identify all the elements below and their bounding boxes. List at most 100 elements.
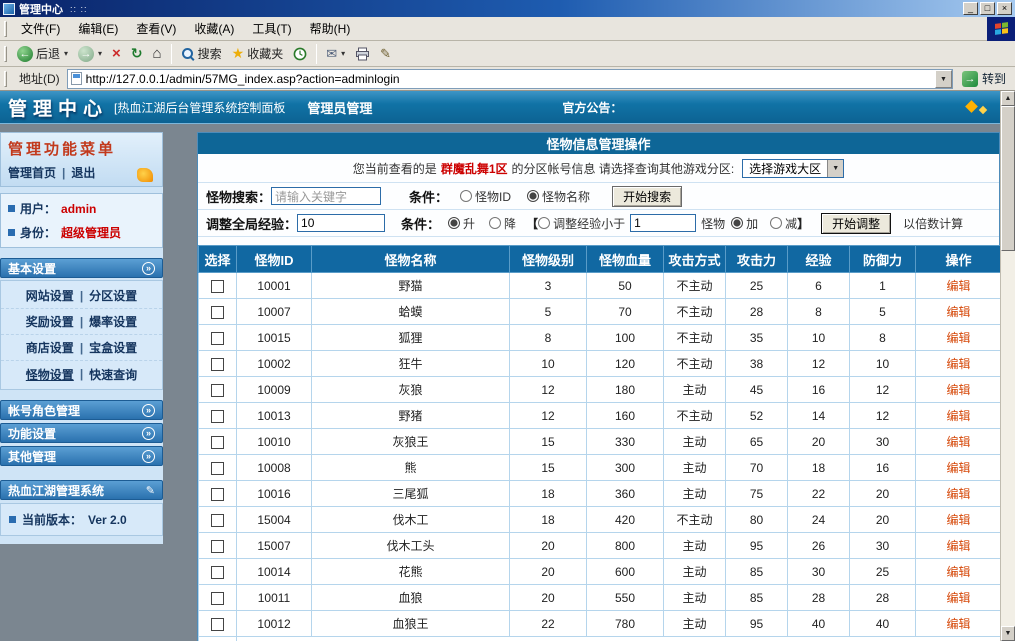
section-basic-settings[interactable]: 基本设置 » — [0, 258, 163, 278]
radio-monster-id[interactable]: 怪物ID — [460, 188, 511, 205]
print-icon — [355, 47, 370, 61]
edit-link[interactable]: 编辑 — [946, 513, 970, 527]
edit-link[interactable]: 编辑 — [946, 487, 970, 501]
edit-link[interactable]: 编辑 — [946, 305, 970, 319]
radio-exp-sub[interactable]: 减 — [770, 215, 797, 232]
row-select-checkbox[interactable] — [211, 592, 224, 605]
sidebar-link-zone-settings[interactable]: 分区设置 — [89, 287, 137, 304]
close-button[interactable]: × — [997, 2, 1012, 15]
exp-multiplier-input[interactable] — [297, 214, 385, 232]
exp-add-radio[interactable] — [731, 217, 743, 229]
row-select-checkbox[interactable] — [211, 488, 224, 501]
sidebar-link-site-settings[interactable]: 网站设置 — [26, 287, 74, 304]
row-select-checkbox[interactable] — [211, 540, 224, 553]
stop-button[interactable]: × — [107, 45, 126, 63]
admin-manage-link[interactable]: 管理员管理 — [307, 98, 372, 117]
address-input[interactable] — [86, 72, 935, 86]
edit-link[interactable]: 编辑 — [946, 591, 970, 605]
edit-link[interactable]: 编辑 — [946, 565, 970, 579]
edit-link[interactable]: 编辑 — [946, 383, 970, 397]
select-dropdown-arrow[interactable]: ▼ — [827, 160, 843, 177]
exp-down-radio[interactable] — [489, 217, 501, 229]
refresh-button[interactable]: ↻ — [126, 43, 148, 64]
row-select-checkbox[interactable] — [211, 306, 224, 319]
row-select-checkbox[interactable] — [211, 410, 224, 423]
row-select-checkbox[interactable] — [211, 358, 224, 371]
menu-edit[interactable]: 编辑(E) — [69, 17, 127, 40]
start-adjust-button[interactable]: 开始调整 — [821, 213, 891, 234]
scrollbar-thumb[interactable] — [1001, 106, 1015, 251]
row-select-checkbox[interactable] — [211, 514, 224, 527]
zone-select[interactable]: 选择游戏大区 ▼ — [742, 159, 844, 178]
exp-up-radio[interactable] — [448, 217, 460, 229]
exp-threshold-input[interactable] — [630, 214, 696, 232]
logout-link[interactable]: 退出 — [71, 164, 95, 181]
monster-id-radio[interactable] — [460, 190, 472, 202]
row-select-checkbox[interactable] — [211, 332, 224, 345]
radio-exp-less-than[interactable]: 调整经验小于 — [538, 215, 625, 232]
mail-dropdown-caret[interactable]: ▾ — [341, 49, 345, 58]
go-button[interactable]: → 转到 — [957, 70, 1011, 87]
edit-page-button[interactable]: ✎ — [375, 44, 396, 64]
forward-dropdown-caret[interactable]: ▾ — [98, 49, 102, 58]
row-select-checkbox[interactable] — [211, 618, 224, 631]
edit-link[interactable]: 编辑 — [946, 357, 970, 371]
toolbar-grip[interactable] — [4, 46, 7, 62]
menu-favorites[interactable]: 收藏(A) — [185, 17, 243, 40]
menu-view[interactable]: 查看(V) — [127, 17, 185, 40]
edit-link[interactable]: 编辑 — [946, 617, 970, 631]
vertical-scrollbar[interactable]: ▲ ▼ — [1000, 91, 1015, 641]
back-button[interactable]: ← 后退 ▾ — [12, 43, 73, 64]
row-select-checkbox[interactable] — [211, 436, 224, 449]
history-button[interactable] — [288, 45, 312, 63]
addressbar-grip[interactable] — [4, 71, 7, 87]
edit-link[interactable]: 编辑 — [946, 539, 970, 553]
section-function-settings[interactable]: 功能设置 » — [0, 423, 163, 443]
sidebar-link-treasure-settings[interactable]: 宝盒设置 — [89, 339, 137, 356]
section-account-role[interactable]: 帐号角色管理 » — [0, 400, 163, 420]
sidebar-link-droprate-settings[interactable]: 爆率设置 — [89, 313, 137, 330]
sidebar-link-reward-settings[interactable]: 奖励设置 — [26, 313, 74, 330]
menu-help[interactable]: 帮助(H) — [301, 17, 360, 40]
maximize-button[interactable]: □ — [980, 2, 995, 15]
radio-monster-name[interactable]: 怪物名称 — [527, 188, 590, 205]
edit-link[interactable]: 编辑 — [946, 331, 970, 345]
back-dropdown-caret[interactable]: ▾ — [64, 49, 68, 58]
edit-link[interactable]: 编辑 — [946, 435, 970, 449]
section-system[interactable]: 热血江湖管理系统 ✎ — [0, 480, 163, 500]
section-other-management[interactable]: 其他管理 » — [0, 446, 163, 466]
home-button[interactable]: ⌂ — [148, 43, 167, 64]
scroll-down-button[interactable]: ▼ — [1001, 626, 1015, 641]
minimize-button[interactable]: _ — [963, 2, 978, 15]
admin-home-link[interactable]: 管理首页 — [8, 164, 56, 181]
mail-button[interactable]: ✉ ▾ — [321, 44, 350, 64]
exp-sub-radio[interactable] — [770, 217, 782, 229]
forward-button[interactable]: → ▾ — [73, 44, 107, 64]
radio-exp-up[interactable]: 升 — [448, 215, 475, 232]
menu-tools[interactable]: 工具(T) — [243, 17, 300, 40]
sidebar-link-quick-query[interactable]: 快速查询 — [89, 366, 137, 383]
radio-exp-add[interactable]: 加 — [731, 215, 758, 232]
radio-exp-down[interactable]: 降 — [489, 215, 516, 232]
menu-file[interactable]: 文件(F) — [12, 17, 69, 40]
scroll-up-button[interactable]: ▲ — [1001, 91, 1015, 106]
row-select-checkbox[interactable] — [211, 280, 224, 293]
address-dropdown-button[interactable]: ▼ — [935, 70, 952, 88]
edit-link[interactable]: 编辑 — [946, 409, 970, 423]
start-search-button[interactable]: 开始搜索 — [612, 186, 682, 207]
favorites-button[interactable]: ★ 收藏夹 — [227, 43, 289, 64]
menubar-grip[interactable] — [4, 21, 7, 37]
sidebar-link-shop-settings[interactable]: 商店设置 — [26, 339, 74, 356]
row-select-checkbox[interactable] — [211, 566, 224, 579]
row-select-checkbox[interactable] — [211, 462, 224, 475]
monster-name-radio[interactable] — [527, 190, 539, 202]
row-select-checkbox[interactable] — [211, 384, 224, 397]
print-button[interactable] — [350, 45, 375, 63]
sidebar-link-monster-settings[interactable]: 怪物设置 — [26, 366, 74, 383]
exp-less-than-radio[interactable] — [538, 217, 550, 229]
keyword-input[interactable] — [271, 187, 381, 205]
edit-link[interactable]: 编辑 — [946, 461, 970, 475]
edit-link[interactable]: 编辑 — [946, 279, 970, 293]
search-toolbar-button[interactable]: 搜索 — [176, 43, 227, 64]
scrollbar-track[interactable] — [1001, 251, 1015, 626]
